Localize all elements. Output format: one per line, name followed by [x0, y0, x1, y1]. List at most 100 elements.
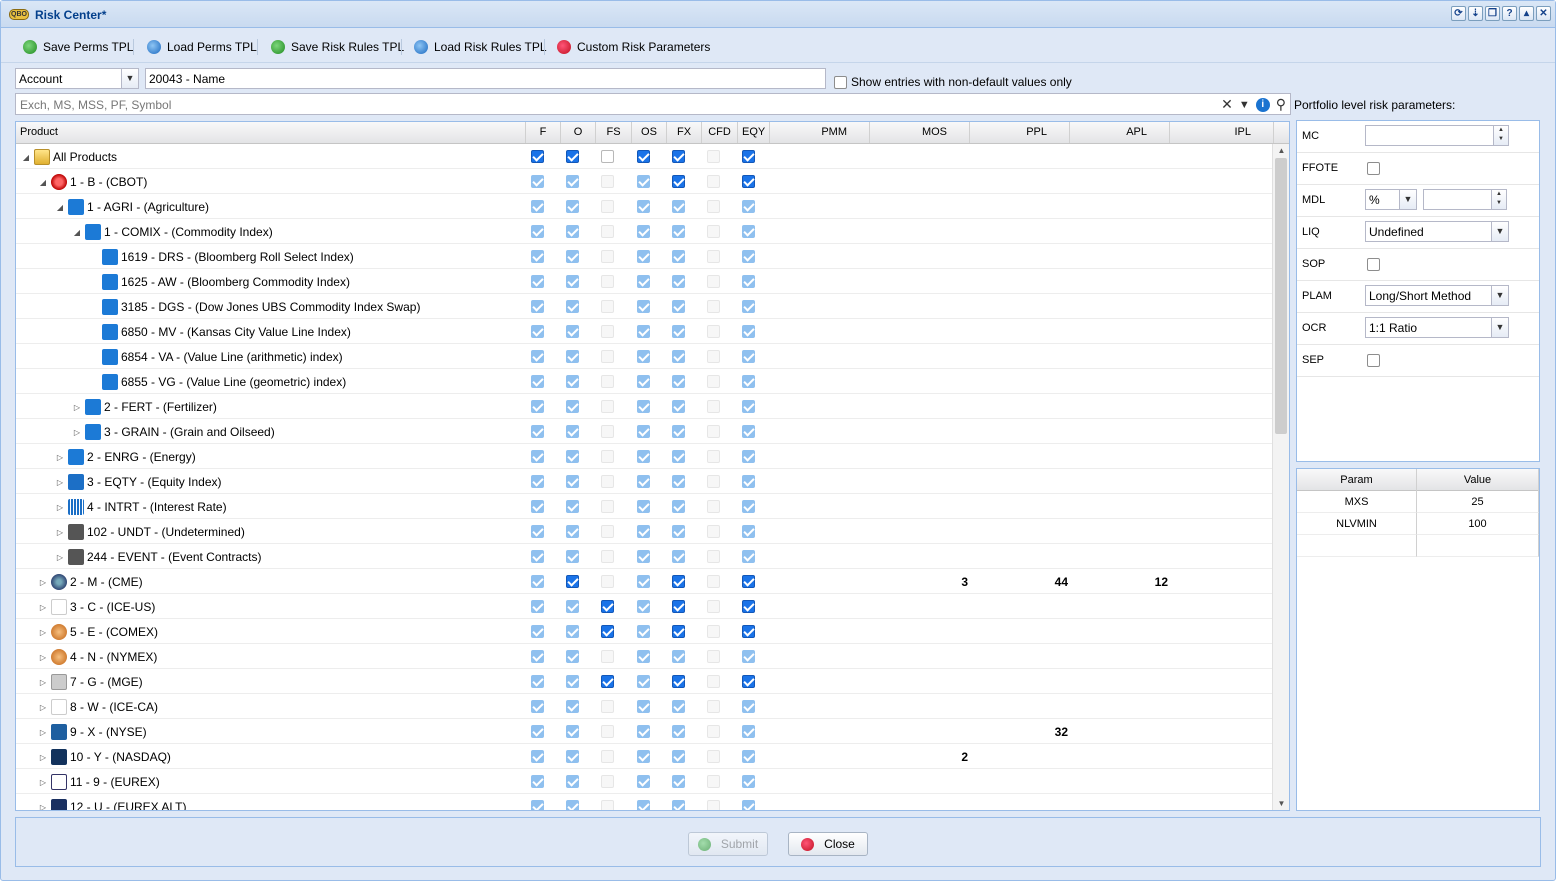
perm-checkbox-f[interactable] — [531, 750, 544, 763]
perm-checkbox-fx[interactable] — [672, 750, 685, 763]
perm-checkbox-o[interactable] — [566, 575, 579, 588]
table-row[interactable]: ▷ 8 - W - (ICE-CA) — [16, 694, 1274, 719]
perm-checkbox-eqy[interactable] — [742, 300, 755, 313]
col-header-os[interactable]: OS — [632, 122, 667, 143]
perm-checkbox-o[interactable] — [566, 375, 579, 388]
perm-checkbox-eqy[interactable] — [742, 450, 755, 463]
perm-checkbox-eqy[interactable] — [742, 150, 755, 163]
perm-checkbox-o[interactable] — [566, 175, 579, 188]
chevron-down-icon[interactable]: ▼ — [121, 69, 138, 88]
empty-cell[interactable] — [1297, 535, 1417, 557]
perm-checkbox-o[interactable] — [566, 700, 579, 713]
perm-checkbox-o[interactable] — [566, 300, 579, 313]
col-header-ppl[interactable]: PPL — [970, 122, 1070, 143]
table-row[interactable]: ▷ 10 - Y - (NASDAQ) 2 — [16, 744, 1274, 769]
perm-checkbox-eqy[interactable] — [742, 375, 755, 388]
perm-checkbox-fx[interactable] — [672, 800, 685, 810]
perm-checkbox-fx[interactable] — [672, 575, 685, 588]
mdl-input[interactable]: ▲ ▼ — [1423, 189, 1507, 210]
perm-checkbox-fs[interactable] — [601, 675, 614, 688]
table-row[interactable]: ◢ All Products — [16, 144, 1274, 169]
perm-checkbox-eqy[interactable] — [742, 475, 755, 488]
perm-checkbox-o[interactable] — [566, 250, 579, 263]
perm-checkbox-os[interactable] — [637, 400, 650, 413]
table-row[interactable]: ▷ 12 - U - (EUREX ALT) — [16, 794, 1274, 810]
perm-checkbox-os[interactable] — [637, 750, 650, 763]
perm-checkbox-fx[interactable] — [672, 200, 685, 213]
col-header-cfd[interactable]: CFD — [702, 122, 738, 143]
perm-checkbox-fx[interactable] — [672, 350, 685, 363]
pin-tool-icon[interactable]: ⇣ — [1468, 6, 1483, 21]
perm-checkbox-eqy[interactable] — [742, 500, 755, 513]
perm-checkbox-f[interactable] — [531, 200, 544, 213]
perm-checkbox-os[interactable] — [637, 625, 650, 638]
table-row[interactable]: 1619 - DRS - (Bloomberg Roll Select Inde… — [16, 244, 1274, 269]
table-row[interactable]: ◢ 1 - B - (CBOT) — [16, 169, 1274, 194]
table-row[interactable]: ▷ 3 - EQTY - (Equity Index) — [16, 469, 1274, 494]
mdl-unit-select[interactable]: % ▼ — [1365, 189, 1417, 210]
perm-checkbox-o[interactable] — [566, 425, 579, 438]
perm-checkbox-fx[interactable] — [672, 400, 685, 413]
plam-select[interactable]: Long/Short Method ▼ — [1365, 285, 1509, 306]
param-header[interactable]: Param — [1297, 469, 1417, 491]
expand-toggle-icon[interactable]: ▷ — [38, 603, 48, 612]
perm-checkbox-os[interactable] — [637, 500, 650, 513]
perm-checkbox-f[interactable] — [531, 425, 544, 438]
table-row[interactable]: ▷ 2 - ENRG - (Energy) — [16, 444, 1274, 469]
table-row[interactable]: ▷ 2 - M - (CME) 3 44 12 — [16, 569, 1274, 594]
perm-checkbox-f[interactable] — [531, 650, 544, 663]
chevron-down-icon[interactable]: ▼ — [1239, 99, 1250, 111]
vertical-scrollbar[interactable]: ▲ ▼ — [1272, 144, 1289, 810]
expand-toggle-icon[interactable]: ▷ — [38, 753, 48, 762]
perm-checkbox-f[interactable] — [531, 175, 544, 188]
perm-checkbox-f[interactable] — [531, 575, 544, 588]
perm-checkbox-eqy[interactable] — [742, 425, 755, 438]
expand-toggle-icon[interactable]: ▷ — [55, 528, 65, 537]
perm-checkbox-f[interactable] — [531, 250, 544, 263]
perm-checkbox-fx[interactable] — [672, 700, 685, 713]
submit-button[interactable]: Submit — [688, 832, 768, 856]
perm-checkbox-fx[interactable] — [672, 675, 685, 688]
perm-checkbox-eqy[interactable] — [742, 550, 755, 563]
perm-checkbox-fs[interactable] — [601, 625, 614, 638]
perm-checkbox-os[interactable] — [637, 675, 650, 688]
perm-checkbox-eqy[interactable] — [742, 725, 755, 738]
load-risk-rules-button[interactable]: Load Risk Rules TPL — [414, 38, 547, 56]
empty-cell[interactable] — [1417, 535, 1539, 557]
perm-checkbox-os[interactable] — [637, 300, 650, 313]
perm-checkbox-os[interactable] — [637, 475, 650, 488]
perm-checkbox-o[interactable] — [566, 625, 579, 638]
perm-checkbox-os[interactable] — [637, 450, 650, 463]
col-header-ipl[interactable]: IPL — [1170, 122, 1274, 143]
table-row[interactable]: 6855 - VG - (Value Line (geometric) inde… — [16, 369, 1274, 394]
table-row[interactable]: ▷ 102 - UNDT - (Undetermined) — [16, 519, 1274, 544]
perm-checkbox-o[interactable] — [566, 400, 579, 413]
perm-checkbox-f[interactable] — [531, 150, 544, 163]
perm-checkbox-os[interactable] — [637, 525, 650, 538]
perm-checkbox-os[interactable] — [637, 250, 650, 263]
perm-checkbox-os[interactable] — [637, 725, 650, 738]
spinner-icon[interactable]: ▲ ▼ — [1493, 126, 1508, 145]
perm-checkbox-os[interactable] — [637, 275, 650, 288]
col-header-f[interactable]: F — [526, 122, 561, 143]
perm-checkbox-f[interactable] — [531, 300, 544, 313]
table-row[interactable]: 1625 - AW - (Bloomberg Commodity Index) — [16, 269, 1274, 294]
expand-toggle-icon[interactable]: ▷ — [38, 778, 48, 787]
value-cell[interactable]: 25 — [1417, 491, 1539, 513]
refresh-tool-icon[interactable]: ⟳ — [1451, 6, 1466, 21]
perm-checkbox-o[interactable] — [566, 650, 579, 663]
perm-checkbox-eqy[interactable] — [742, 575, 755, 588]
perm-checkbox-f[interactable] — [531, 550, 544, 563]
ppl-value[interactable]: 44 — [1020, 575, 1068, 589]
perm-checkbox-f[interactable] — [531, 800, 544, 810]
perm-checkbox-fx[interactable] — [672, 275, 685, 288]
perm-checkbox-o[interactable] — [566, 200, 579, 213]
perm-checkbox-o[interactable] — [566, 225, 579, 238]
entity-type-select[interactable]: Account ▼ — [15, 68, 139, 89]
perm-checkbox-f[interactable] — [531, 625, 544, 638]
table-row[interactable]: 6850 - MV - (Kansas City Value Line Inde… — [16, 319, 1274, 344]
expand-toggle-icon[interactable]: ▷ — [55, 453, 65, 462]
table-row[interactable]: ▷ 244 - EVENT - (Event Contracts) — [16, 544, 1274, 569]
perm-checkbox-fx[interactable] — [672, 225, 685, 238]
perm-checkbox-eqy[interactable] — [742, 275, 755, 288]
